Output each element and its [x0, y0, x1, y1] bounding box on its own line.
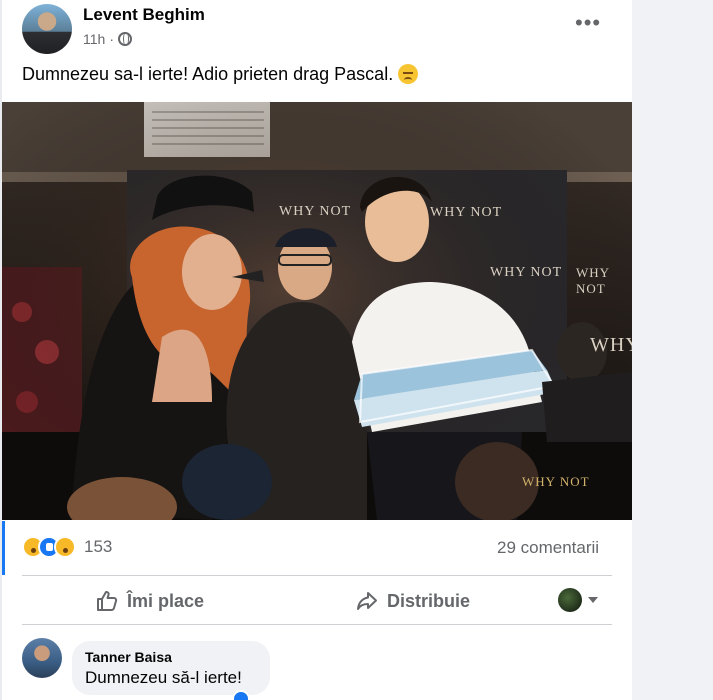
author-avatar[interactable] [22, 4, 72, 54]
signage-4: WHY NOT [576, 265, 610, 296]
author-name[interactable]: Levent Beghim [83, 5, 205, 25]
thumbs-up-icon [97, 591, 118, 611]
caret-down-icon [588, 597, 598, 603]
post-photo[interactable]: WHY NOT WHY NOT WHY NOT WHY NOT WHY WHY … [2, 102, 632, 520]
post-text: Dumnezeu sa-l ierte! Adio prieten drag P… [22, 64, 419, 85]
divider [22, 575, 612, 576]
signage-1: WHY NOT [279, 204, 352, 219]
signage-5: WHY [590, 334, 632, 356]
share-label: Distribuie [387, 590, 471, 611]
signage-3: WHY NOT [490, 265, 563, 280]
post-time[interactable]: 11h [83, 31, 105, 47]
commenter-avatar[interactable] [22, 638, 62, 678]
reaction-count[interactable]: 153 [84, 537, 112, 557]
like-label: Îmi place [127, 590, 205, 611]
whynot-logo: WHY NOT [522, 474, 590, 489]
audience-selector[interactable] [558, 588, 598, 612]
meta-separator: · [109, 31, 114, 47]
profile-avatar [558, 588, 582, 612]
disappointed-emoji-icon [398, 64, 419, 84]
share-arrow-icon [357, 592, 377, 610]
divider [22, 624, 612, 625]
comment-count[interactable]: 29 comentarii [497, 538, 599, 558]
comment-text: Dumnezeu să-l ierte! [85, 668, 242, 687]
signage-2: WHY NOT [430, 205, 503, 220]
accent-bar [2, 521, 5, 575]
more-options-icon[interactable]: ••• [575, 12, 601, 34]
like-button[interactable]: Îmi place [95, 586, 204, 616]
post-text-content: Dumnezeu sa-l ierte! Adio prieten drag P… [22, 64, 394, 84]
post-meta: 11h · [83, 31, 132, 47]
wow-reaction-icon [54, 536, 76, 558]
reaction-summary[interactable]: 153 [22, 536, 112, 558]
share-button[interactable]: Distribuie [355, 586, 470, 616]
right-pane [632, 0, 713, 700]
globe-icon[interactable] [118, 32, 132, 46]
commenter-name[interactable]: Tanner Baisa [85, 649, 172, 665]
